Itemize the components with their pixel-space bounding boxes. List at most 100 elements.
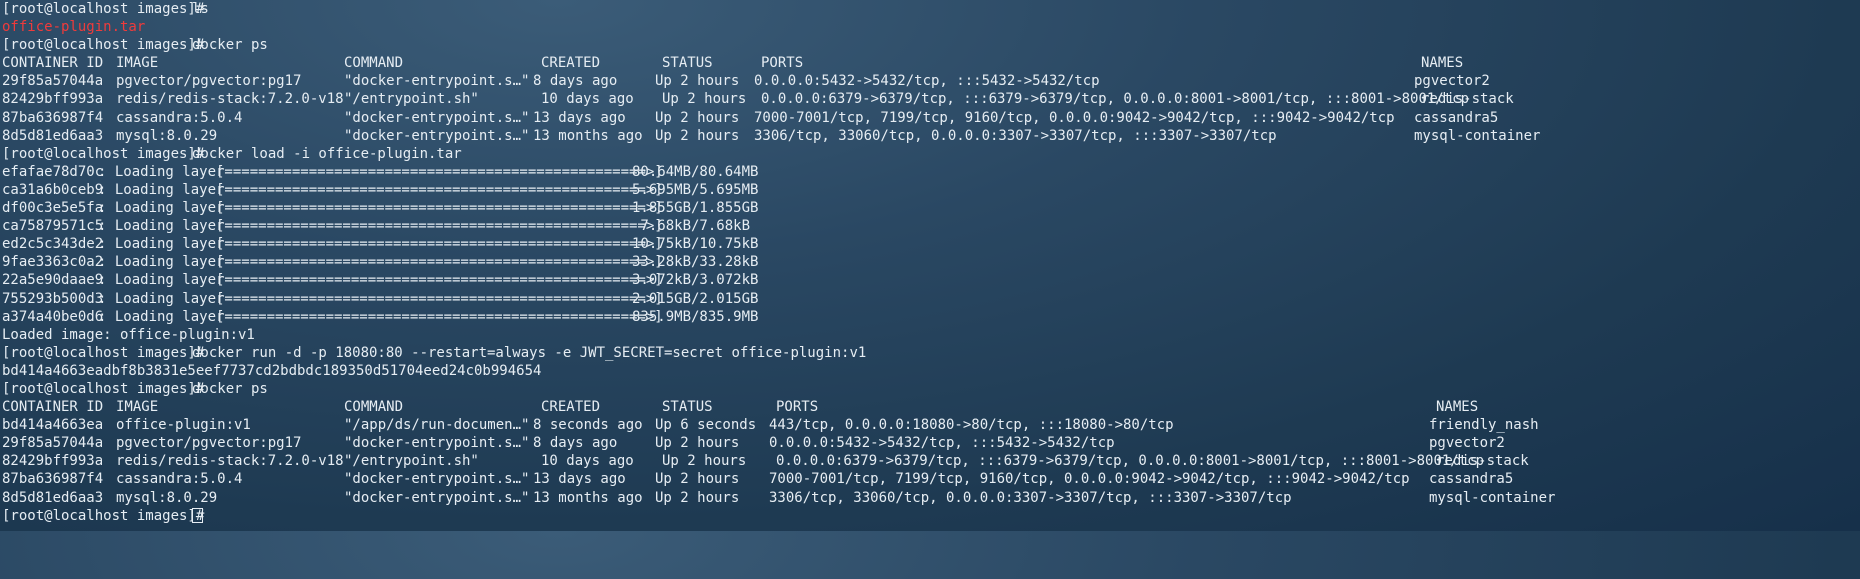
- cell-command: "docker-entrypoint.s…": [344, 109, 530, 126]
- layer-id: a374a40be0d6: [2, 308, 104, 325]
- cell-command: "/entrypoint.sh": [344, 91, 479, 108]
- layer-id: 22a5e90daae9: [2, 272, 104, 289]
- cell-command: "docker-entrypoint.s…": [344, 489, 530, 506]
- layer-id: ca31a6b0ceb9: [2, 181, 104, 198]
- layer-size: 2.015GB/2.015GB: [632, 290, 759, 307]
- layer-label: : Loading layer: [98, 290, 233, 307]
- layer-id: 755293b500d3: [2, 290, 104, 307]
- cell-image: cassandra:5.0.4: [116, 471, 243, 488]
- table-header: CONTAINER ID IMAGE COMMAND CREATED STATU…: [0, 398, 1860, 416]
- cell-names: mysql-container: [1429, 489, 1556, 506]
- progress-bar: [=======================================…: [216, 236, 663, 253]
- cell-names: mysql-container: [1414, 127, 1541, 144]
- layer-line: ed2c5c343de2: Loading layer [===========…: [0, 235, 1860, 253]
- cell-image: mysql:8.0.29: [116, 489, 218, 506]
- layer-label: : Loading layer: [98, 236, 233, 253]
- cell-status: Up 2 hours: [655, 489, 740, 506]
- command-text: ls: [192, 1, 209, 17]
- layer-size: 80.64MB/80.64MB: [632, 163, 759, 180]
- layer-line: 9fae3363c0a2: Loading layer [===========…: [0, 253, 1860, 271]
- layer-line: a374a40be0d6: Loading layer [===========…: [0, 308, 1860, 326]
- layer-size: 10.75kB/10.75kB: [632, 236, 759, 253]
- prompt-line: [root@localhost images]# docker ps: [0, 36, 1860, 54]
- progress-bar: [=======================================…: [216, 181, 663, 198]
- table-row: 87ba636987f4 cassandra:5.0.4 "docker-entry…: [0, 470, 1860, 488]
- layer-size: 835.9MB/835.9MB: [632, 308, 759, 325]
- header-created: CREATED: [541, 399, 601, 416]
- progress-bar: [=======================================…: [216, 254, 663, 271]
- cell-created: 13 months ago: [533, 489, 643, 506]
- header-status: STATUS: [662, 399, 713, 416]
- cell-id: 87ba636987f4: [2, 109, 104, 126]
- cell-status: Up 2 hours: [655, 471, 740, 488]
- table-row: 29f85a57044a pgvector/pgvector:pg17 "docke…: [0, 434, 1860, 452]
- cell-created: 10 days ago: [541, 91, 634, 108]
- cell-status: Up 2 hours: [655, 109, 740, 126]
- layer-id: ed2c5c343de2: [2, 236, 104, 253]
- cell-created: 13 months ago: [533, 127, 643, 144]
- cell-status: Up 6 seconds: [655, 417, 757, 434]
- cell-ports: 7000-7001/tcp, 7199/tcp, 9160/tcp, 0.0.0…: [769, 471, 1410, 488]
- cell-ports: 0.0.0.0:6379->6379/tcp, :::6379->6379/tc…: [761, 91, 1470, 108]
- cell-created: 8 seconds ago: [533, 417, 643, 434]
- progress-bar: [=======================================…: [216, 200, 663, 217]
- cell-created: 8 days ago: [533, 73, 618, 90]
- table-row: bd414a4663ea office-plugin:v1 "/app/ds/run…: [0, 416, 1860, 434]
- header-status: STATUS: [662, 55, 713, 72]
- cell-names: redis-stack: [1436, 453, 1529, 470]
- layer-label: : Loading layer: [98, 254, 233, 271]
- layer-label: : Loading layer: [98, 218, 233, 235]
- table-row: 8d5d81ed6aa3 mysql:8.0.29 "docker-entrypoi…: [0, 489, 1860, 507]
- cell-id: 29f85a57044a: [2, 73, 104, 90]
- cell-image: redis/redis-stack:7.2.0-v18: [116, 91, 344, 108]
- header-image: IMAGE: [116, 399, 159, 416]
- cell-image: pgvector/pgvector:pg17: [116, 73, 302, 90]
- table-row: 82429bff993a redis/redis-stack:7.2.0-v18 "…: [0, 452, 1860, 470]
- container-table: 29f85a57044a pgvector/pgvector:pg17 "docke…: [0, 72, 1860, 144]
- layer-label: : Loading layer: [98, 163, 233, 180]
- layer-line: efafae78d70c: Loading layer [===========…: [0, 163, 1860, 181]
- cell-image: cassandra:5.0.4: [116, 109, 243, 126]
- cell-status: Up 2 hours: [662, 453, 747, 470]
- layer-line: 755293b500d3: Loading layer [===========…: [0, 290, 1860, 308]
- shell-prompt: [root@localhost images]#: [2, 344, 213, 361]
- layer-line: df00c3e5e5fa: Loading layer [===========…: [0, 199, 1860, 217]
- prompt-line[interactable]: [root@localhost images]#: [0, 507, 1860, 525]
- layer-size: 7.68kB/7.68kB: [632, 218, 751, 235]
- shell-prompt: [root@localhost images]#: [2, 380, 213, 397]
- layer-id: efafae78d70c: [2, 163, 104, 180]
- cell-names: friendly_nash: [1429, 417, 1539, 434]
- cell-names: cassandra5: [1429, 471, 1514, 488]
- cell-command: "docker-entrypoint.s…": [344, 435, 530, 452]
- cell-created: 8 days ago: [533, 435, 618, 452]
- shell-prompt: [root@localhost images]#: [2, 37, 213, 54]
- cell-status: Up 2 hours: [655, 127, 740, 144]
- layer-label: : Loading layer: [98, 308, 233, 325]
- cell-ports: 0.0.0.0:6379->6379/tcp, :::6379->6379/tc…: [776, 453, 1485, 470]
- cell-id: 82429bff993a: [2, 91, 104, 108]
- cell-command: "/app/ds/run-documen…": [344, 417, 530, 434]
- prompt-line: [root@localhost images]# docker run -d -…: [0, 344, 1860, 362]
- prompt-line: [root@localhost images]# ls: [0, 0, 1860, 18]
- cell-image: mysql:8.0.29: [116, 127, 218, 144]
- cell-id: bd414a4663ea: [2, 417, 104, 434]
- progress-bar: [=======================================…: [216, 218, 663, 235]
- cell-ports: 443/tcp, 0.0.0.0:18080->80/tcp, :::18080…: [769, 417, 1174, 434]
- header-ports: PORTS: [761, 55, 804, 72]
- layer-line: 22a5e90daae9: Loading layer [===========…: [0, 271, 1860, 289]
- layer-id: 9fae3363c0a2: [2, 254, 104, 271]
- header-command: COMMAND: [344, 399, 404, 416]
- cell-id: 8d5d81ed6aa3: [2, 489, 104, 506]
- output-line: bd414a4663eadbf8b3831e5eef7737cd2bdbdc18…: [0, 362, 1860, 380]
- header-container-id: CONTAINER ID: [2, 55, 104, 72]
- layer-line: ca75879571c5: Loading layer [===========…: [0, 217, 1860, 235]
- cell-ports: 0.0.0.0:5432->5432/tcp, :::5432->5432/tc…: [769, 435, 1115, 452]
- terminal-window[interactable]: [root@localhost images]# ls office-plugi…: [0, 0, 1860, 531]
- cell-names: pgvector2: [1414, 73, 1490, 90]
- cell-id: 29f85a57044a: [2, 435, 104, 452]
- layer-size: 3.072kB/3.072kB: [632, 272, 759, 289]
- layer-line: ca31a6b0ceb9: Loading layer [===========…: [0, 181, 1860, 199]
- cell-created: 13 days ago: [533, 109, 626, 126]
- cell-status: Up 2 hours: [655, 435, 740, 452]
- text-cursor[interactable]: [192, 507, 203, 525]
